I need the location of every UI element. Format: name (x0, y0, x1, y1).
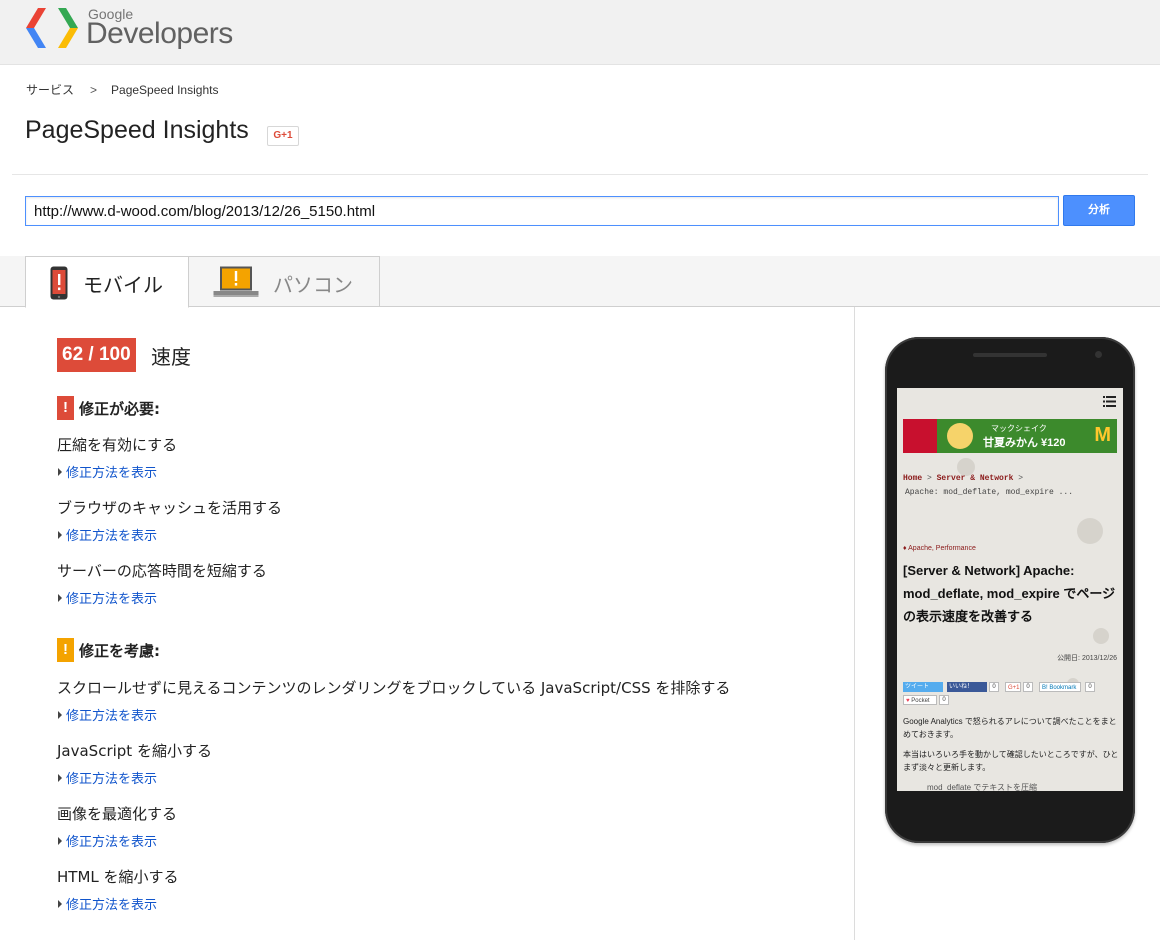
panel-divider (854, 307, 855, 940)
breadcrumb-item-services[interactable]: サービス (26, 83, 74, 97)
tab-desktop[interactable]: パソコン (189, 256, 380, 307)
show-fix-link[interactable]: 修正方法を表示 (58, 768, 157, 787)
show-fix-link-label: 修正方法を表示 (66, 466, 158, 481)
show-fix-link-label: 修正方法を表示 (66, 529, 158, 544)
show-fix-link[interactable]: 修正方法を表示 (58, 894, 157, 913)
mcdonalds-logo-icon: M (1094, 424, 1111, 446)
preview-list-item: mod_deflate でテキストを圧縮 (927, 783, 1038, 791)
show-fix-link[interactable]: 修正方法を表示 (58, 831, 157, 850)
breadcrumb: サービス > PageSpeed Insights (26, 81, 218, 98)
show-fix-link[interactable]: 修正方法を表示 (58, 705, 157, 724)
expand-triangle-icon (58, 594, 62, 602)
gplus-share-button: G+1 (1005, 682, 1021, 692)
show-fix-link-label: 修正方法を表示 (66, 709, 158, 724)
page-title: PageSpeed Insights (25, 116, 249, 144)
warning-badge-icon: ! (57, 638, 74, 662)
ad-banner: マックシェイク 甘夏みかん ¥120 M (903, 419, 1117, 453)
mobile-preview-phone: マックシェイク 甘夏みかん ¥120 M Home > Server & Net… (885, 337, 1135, 843)
show-fix-link[interactable]: 修正方法を表示 (58, 462, 157, 481)
expand-triangle-icon (58, 837, 62, 845)
rule-name: ブラウザのキャッシュを活用する (57, 499, 283, 517)
ad-banner-price: 甘夏みかん ¥120 (983, 437, 1066, 449)
brand-large-text[interactable]: Developers (86, 17, 233, 51)
score-badge: 62 / 100 (57, 338, 136, 372)
preview-social-buttons: ツイート いいね！ 0 G+1 0 B! Bookmark 0 ♥ Pocket… (903, 682, 1119, 708)
divider (12, 174, 1148, 175)
top-bar: Google Developers (0, 0, 1160, 65)
error-badge-icon: ! (57, 396, 74, 420)
breadcrumb-item-pagespeed[interactable]: PageSpeed Insights (111, 83, 218, 97)
preview-paragraph: Google Analytics で怒られるアレについて調べたことをまとめておき… (903, 717, 1117, 739)
mobile-warning-icon (50, 266, 68, 300)
show-fix-link-label: 修正方法を表示 (66, 898, 158, 913)
desktop-warning-icon (213, 266, 259, 297)
pocket-count: 0 (939, 695, 949, 705)
tab-mobile-label: モバイル (83, 275, 163, 297)
score-category-label: 速度 (151, 347, 191, 369)
tab-desktop-label: パソコン (273, 275, 353, 297)
expand-triangle-icon (58, 774, 62, 782)
preview-paragraph: 本当はいろいろ手を動かして確認したいところですが、ひとまず淡々と更新します。 (903, 750, 1119, 772)
rule-name: 画像を最適化する (57, 805, 178, 823)
phone-camera (1095, 351, 1102, 358)
ad-banner-logo (903, 419, 937, 453)
shake-cup-image (947, 423, 973, 449)
preview-screenshot: マックシェイク 甘夏みかん ¥120 M Home > Server & Net… (897, 388, 1123, 791)
analyze-button[interactable]: 分析 (1063, 195, 1135, 226)
show-fix-link[interactable]: 修正方法を表示 (58, 525, 157, 544)
rule-name: JavaScript を縮小する (57, 742, 212, 760)
section-title: 修正が必要: (79, 400, 160, 418)
like-button: いいね！ (947, 682, 987, 692)
tweet-button: ツイート (903, 682, 943, 692)
show-fix-link-label: 修正方法を表示 (66, 835, 158, 850)
pocket-button: ♥ Pocket (903, 695, 937, 705)
gplus-button[interactable]: G+1 (267, 126, 299, 146)
show-fix-link[interactable]: 修正方法を表示 (58, 588, 157, 607)
rule-name: HTML を縮小する (57, 868, 179, 886)
ad-banner-text: マックシェイク (991, 424, 1047, 433)
preview-breadcrumb-page: Apache: mod_deflate, mod_expire ... (905, 488, 1074, 497)
breadcrumb-separator: > (90, 83, 98, 97)
preview-tags: ♦ Apache, Performance (903, 545, 976, 552)
tab-mobile[interactable]: モバイル (25, 256, 189, 308)
device-tab-bar: モバイル パソコン (0, 256, 1160, 308)
preview-breadcrumb: Home > Server & Network > (903, 474, 1024, 483)
expand-triangle-icon (58, 900, 62, 908)
expand-triangle-icon (58, 531, 62, 539)
gplus-count: 0 (1023, 682, 1033, 692)
rule-name: サーバーの応答時間を短縮する (57, 562, 267, 580)
expand-triangle-icon (58, 468, 62, 476)
hamburger-menu-icon (1103, 396, 1116, 407)
url-input[interactable] (25, 196, 1059, 226)
show-fix-link-label: 修正方法を表示 (66, 592, 158, 607)
preview-date: 公開日: 2013/12/26 (1057, 655, 1117, 662)
hatena-count: 0 (1085, 682, 1095, 692)
like-count: 0 (989, 682, 999, 692)
preview-post-title: [Server & Network] Apache: mod_deflate, … (903, 563, 1116, 624)
hatena-bookmark-button: B! Bookmark (1039, 682, 1081, 692)
rule-name: 圧縮を有効にする (57, 436, 178, 454)
expand-triangle-icon (58, 711, 62, 719)
rule-name: スクロールせずに見えるコンテンツのレンダリングをブロックしている JavaScr… (57, 679, 731, 697)
phone-speaker (973, 353, 1047, 357)
google-developers-logo-icon[interactable] (24, 6, 80, 50)
section-title: 修正を考慮: (79, 642, 160, 660)
show-fix-link-label: 修正方法を表示 (66, 772, 158, 787)
